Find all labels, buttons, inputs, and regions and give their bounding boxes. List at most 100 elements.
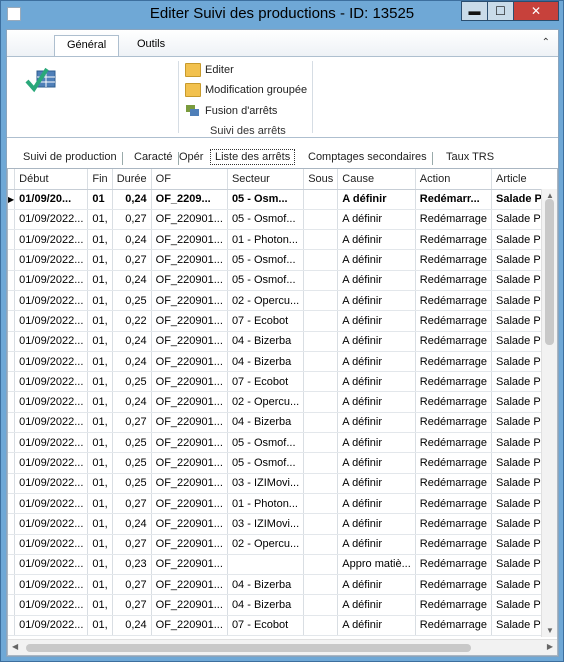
row-indicator[interactable] bbox=[8, 270, 16, 291]
column-header-debut[interactable]: Début bbox=[14, 169, 89, 190]
cell-debut[interactable]: 01/09/2022... bbox=[14, 351, 89, 373]
ribbon-tab-outils[interactable]: Outils bbox=[125, 35, 177, 56]
cell-debut[interactable]: 01/09/2022... bbox=[14, 554, 89, 576]
cell-fin[interactable]: 01, bbox=[87, 574, 113, 596]
row-indicator[interactable] bbox=[8, 310, 16, 332]
horizontal-scroll-thumb[interactable] bbox=[26, 644, 471, 652]
row-indicator[interactable] bbox=[8, 452, 16, 474]
column-header-fin[interactable]: Fin bbox=[87, 169, 113, 190]
cell-cause[interactable]: A définir bbox=[337, 391, 416, 413]
cell-debut[interactable]: 01/09/2022... bbox=[14, 513, 89, 535]
table-row[interactable]: 01/09/2022... 01, 0,27 OF_220901... 05 - Osm… bbox=[8, 249, 557, 271]
cell-cause[interactable]: Appro matiè... bbox=[337, 554, 416, 576]
table-row[interactable]: 01/09/2022... 01, 0,27 OF_220901... 04 - Biz… bbox=[8, 574, 557, 596]
cell-fin[interactable]: 01, bbox=[87, 229, 113, 251]
cell-action[interactable]: Redémarrage bbox=[415, 249, 493, 271]
cell-duree[interactable]: 0,22 bbox=[112, 310, 152, 332]
cell-fin[interactable]: 01, bbox=[87, 513, 113, 535]
bulk-edit-button[interactable]: Modification groupée bbox=[185, 81, 307, 99]
cell-fin[interactable]: 01, bbox=[87, 412, 113, 434]
cell-sous[interactable] bbox=[303, 574, 339, 596]
cell-duree[interactable]: 0,24 bbox=[112, 391, 152, 413]
cell-of[interactable]: OF_220901... bbox=[151, 310, 228, 332]
cell-debut[interactable]: 01/09/2022... bbox=[14, 229, 89, 251]
cell-cause[interactable]: A définir bbox=[337, 534, 416, 555]
table-row[interactable]: 01/09/2022... 01, 0,24 OF_220901... 01 - Pho… bbox=[8, 229, 557, 251]
row-indicator[interactable] bbox=[8, 331, 16, 352]
cell-cause[interactable]: A définir bbox=[337, 574, 416, 596]
close-button[interactable]: ✕ bbox=[513, 1, 559, 21]
cell-cause[interactable]: A définir bbox=[337, 452, 416, 474]
cell-duree[interactable]: 0,25 bbox=[112, 432, 152, 454]
cell-action[interactable]: Redémarrage bbox=[415, 513, 493, 535]
checkmark-table-icon[interactable] bbox=[25, 65, 61, 97]
table-row[interactable]: ▶ 01/09/20... 01 0,24 OF_2209... 05 - Osm... A… bbox=[8, 189, 557, 210]
scroll-left-icon[interactable]: ◀ bbox=[12, 642, 18, 651]
cell-sous[interactable] bbox=[303, 371, 339, 393]
cell-cause[interactable]: A définir bbox=[337, 513, 416, 535]
row-indicator[interactable] bbox=[8, 432, 16, 454]
cell-duree[interactable]: 0,24 bbox=[112, 331, 152, 352]
cell-secteur[interactable] bbox=[227, 554, 305, 576]
cell-cause[interactable]: A définir bbox=[337, 615, 416, 637]
table-row[interactable]: 01/09/2022... 01, 0,25 OF_220901... 03 - IZI… bbox=[8, 473, 557, 494]
ribbon-tab-general[interactable]: Général bbox=[54, 35, 120, 56]
cell-action[interactable]: Redémarrage bbox=[415, 574, 493, 596]
vertical-scrollbar[interactable]: ▲ ▼ bbox=[541, 189, 557, 637]
row-indicator[interactable] bbox=[8, 473, 16, 494]
cell-duree[interactable]: 0,25 bbox=[112, 290, 152, 312]
cell-cause[interactable]: A définir bbox=[337, 371, 416, 393]
cell-action[interactable]: Redémarrage bbox=[415, 594, 493, 616]
cell-sous[interactable] bbox=[303, 351, 339, 373]
cell-of[interactable]: OF_220901... bbox=[151, 229, 228, 251]
cell-duree[interactable]: 0,24 bbox=[112, 270, 152, 291]
cell-debut[interactable]: 01/09/2022... bbox=[14, 432, 89, 454]
cell-fin[interactable]: 01, bbox=[87, 351, 113, 373]
cell-cause[interactable]: A définir bbox=[337, 351, 416, 373]
cell-duree[interactable]: 0,27 bbox=[112, 209, 152, 231]
cell-secteur[interactable]: 05 - Osmof... bbox=[227, 432, 305, 454]
cell-debut[interactable]: 01/09/2022... bbox=[14, 493, 89, 515]
table-row[interactable]: 01/09/2022... 01, 0,27 OF_220901... 04 - Biz… bbox=[8, 594, 557, 616]
row-indicator[interactable] bbox=[8, 229, 16, 251]
table-row[interactable]: 01/09/2022... 01, 0,24 OF_220901... 03 - IZI… bbox=[8, 513, 557, 535]
cell-fin[interactable]: 01 bbox=[87, 189, 113, 210]
row-indicator[interactable] bbox=[8, 554, 16, 576]
cell-debut[interactable]: 01/09/2022... bbox=[14, 209, 89, 231]
cell-of[interactable]: OF_220901... bbox=[151, 493, 228, 515]
cell-action[interactable]: Redémarrage bbox=[415, 473, 493, 494]
cell-cause[interactable]: A définir bbox=[337, 290, 416, 312]
cell-secteur[interactable]: 03 - IZIMovi... bbox=[227, 473, 305, 494]
cell-cause[interactable]: A définir bbox=[337, 310, 416, 332]
table-row[interactable]: 01/09/2022... 01, 0,24 OF_220901... 04 - Biz… bbox=[8, 331, 557, 352]
cell-action[interactable]: Redémarrage bbox=[415, 290, 493, 312]
row-indicator[interactable] bbox=[8, 594, 16, 616]
cell-cause[interactable]: A définir bbox=[337, 473, 416, 494]
cell-cause[interactable]: A définir bbox=[337, 270, 416, 291]
cell-debut[interactable]: 01/09/2022... bbox=[14, 412, 89, 434]
row-indicator[interactable] bbox=[8, 290, 16, 312]
cell-of[interactable]: OF_220901... bbox=[151, 473, 228, 494]
row-indicator[interactable] bbox=[8, 371, 16, 393]
cell-debut[interactable]: 01/09/2022... bbox=[14, 452, 89, 474]
cell-sous[interactable] bbox=[303, 331, 339, 352]
cell-of[interactable]: OF_220901... bbox=[151, 209, 228, 231]
cell-duree[interactable]: 0,27 bbox=[112, 594, 152, 616]
cell-fin[interactable]: 01, bbox=[87, 249, 113, 271]
cell-fin[interactable]: 01, bbox=[87, 493, 113, 515]
cell-fin[interactable]: 01, bbox=[87, 371, 113, 393]
cell-fin[interactable]: 01, bbox=[87, 270, 113, 291]
minimize-button[interactable]: ▬ bbox=[461, 1, 488, 21]
tab-comptages-secondaires[interactable]: Comptages secondaires bbox=[308, 151, 433, 165]
cell-secteur[interactable]: 05 - Osmof... bbox=[227, 452, 305, 474]
table-row[interactable]: 01/09/2022... 01, 0,27 OF_220901... 04 - Biz… bbox=[8, 412, 557, 434]
cell-duree[interactable]: 0,27 bbox=[112, 574, 152, 596]
cell-duree[interactable]: 0,25 bbox=[112, 371, 152, 393]
cell-action[interactable]: Redémarrage bbox=[415, 432, 493, 454]
cell-cause[interactable]: A définir bbox=[337, 189, 416, 210]
cell-fin[interactable]: 01, bbox=[87, 594, 113, 616]
tab-operateurs[interactable]: Opér bbox=[179, 151, 203, 163]
table-row[interactable]: 01/09/2022... 01, 0,24 OF_220901... 07 - Eco… bbox=[8, 615, 557, 637]
column-header-of[interactable]: OF bbox=[151, 169, 228, 190]
cell-debut[interactable]: 01/09/2022... bbox=[14, 371, 89, 393]
